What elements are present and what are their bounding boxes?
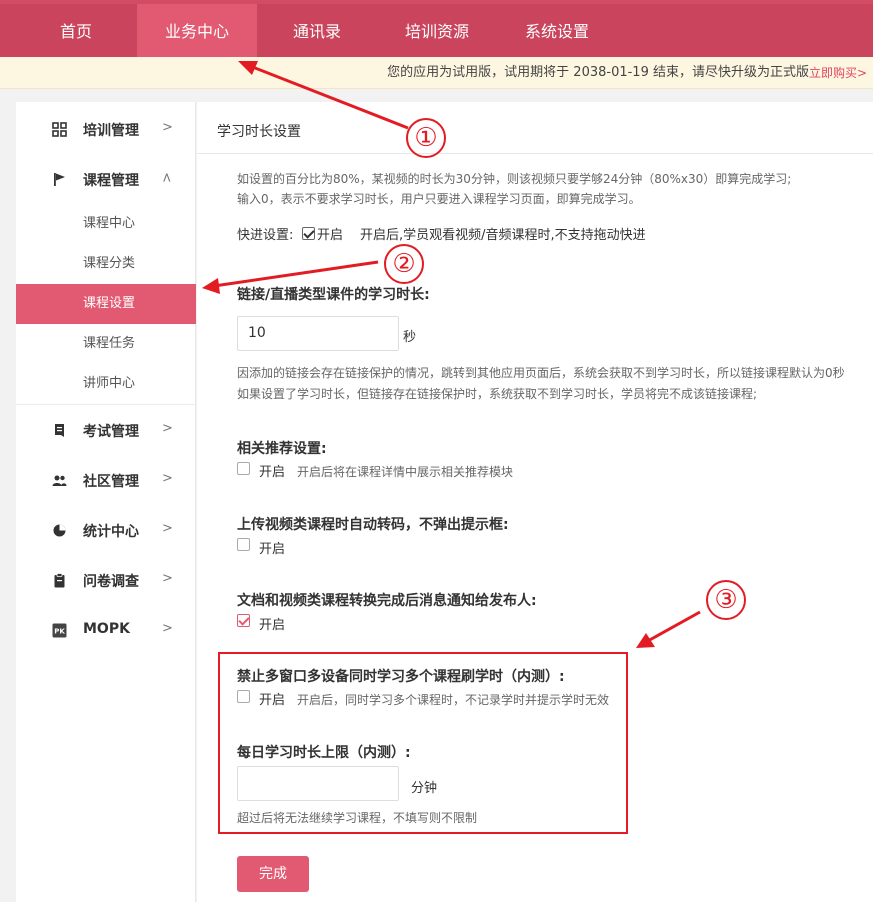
recommend-checkbox[interactable] <box>237 462 250 475</box>
auto-transcode-option: 开启 <box>259 542 286 557</box>
link-duration-heading: 链接/直播类型课件的学习时长: <box>237 287 430 303</box>
notify-checkbox[interactable] <box>237 614 250 627</box>
annotation-marker-1: ① <box>406 118 446 158</box>
link-duration-note-2: 如果设置了学习时长，但链接存在链接保护时，系统获取不到学习时长，学员将完不成该链… <box>237 387 758 401</box>
link-duration-unit: 秒 <box>403 330 417 345</box>
sidebar-sub-course-category[interactable]: 课程分类 <box>16 244 196 284</box>
nav-tab-training-resources[interactable]: 培训资源 <box>377 4 497 57</box>
sidebar-item-training[interactable]: 培训管理 > <box>16 104 196 154</box>
annotation-marker-3: ③ <box>706 580 746 620</box>
sidebar-item-label: 统计中心 <box>83 524 139 540</box>
sidebar-item-label: 社区管理 <box>83 474 139 490</box>
chevron-right-icon: > <box>162 471 173 486</box>
sidebar-item-community-management[interactable]: 社区管理 > <box>16 455 196 505</box>
sidebar-item-label: MOPK <box>83 621 130 637</box>
sidebar-item-statistics-center[interactable]: 统计中心 > <box>16 505 196 555</box>
auto-transcode-heading: 上传视频类课程时自动转码，不弹出提示框: <box>237 517 509 533</box>
fastforward-checkbox[interactable] <box>302 227 315 240</box>
users-icon <box>52 473 67 488</box>
nav-tab-contacts[interactable]: 通讯录 <box>257 4 377 57</box>
nav-tab-home[interactable]: 首页 <box>16 4 136 57</box>
nav-tab-business-center[interactable]: 业务中心 <box>137 4 257 57</box>
sidebar: 培训管理 > 课程管理 > 课程中心 课程分类 课程设置 课程任务 讲师中心 考… <box>16 102 196 902</box>
nav-tab-system-settings[interactable]: 系统设置 <box>497 4 617 57</box>
chevron-right-icon: > <box>162 621 173 636</box>
sidebar-item-label: 课程管理 <box>83 173 139 189</box>
pk-icon: PK <box>52 623 67 638</box>
sidebar-item-label: 培训管理 <box>83 123 139 139</box>
note-zero-duration: 输入0，表示不要求学习时长，用户只要进入课程学习页面，即算完成学习。 <box>237 192 641 206</box>
buy-now-link[interactable]: 立即购买> <box>809 57 867 89</box>
notify-heading: 文档和视频类课程转换完成后消息通知给发布人: <box>237 593 537 609</box>
sidebar-item-mopk[interactable]: PK MOPK > <box>16 605 196 655</box>
fastforward-option: 开启 <box>317 228 344 243</box>
flag-icon <box>52 172 67 187</box>
link-duration-input[interactable]: 10 <box>237 316 399 351</box>
trial-message: 您的应用为试用版，试用期将于 2038-01-19 结束，请尽快升级为正式版 <box>387 65 809 80</box>
pie-chart-icon <box>52 523 67 538</box>
chevron-up-icon: > <box>159 172 175 183</box>
link-duration-note-1: 因添加的链接会存在链接保护的情况，跳转到其他应用页面后，系统会获取不到学习时长，… <box>237 366 845 380</box>
document-icon <box>52 423 67 438</box>
chevron-right-icon: > <box>162 120 173 135</box>
sidebar-sub-course-tasks[interactable]: 课程任务 <box>16 324 196 364</box>
grid-icon <box>52 122 67 137</box>
clipboard-icon <box>52 573 67 588</box>
sidebar-item-label: 问卷调查 <box>83 574 139 590</box>
sidebar-sub-course-center[interactable]: 课程中心 <box>16 204 196 244</box>
sidebar-item-course-management[interactable]: 课程管理 > <box>16 154 196 204</box>
page-title: 学习时长设置 <box>217 124 301 140</box>
sidebar-item-label: 考试管理 <box>83 424 139 440</box>
sidebar-item-exam-management[interactable]: 考试管理 > <box>16 405 196 455</box>
notify-option: 开启 <box>259 618 286 633</box>
svg-text:PK: PK <box>54 628 65 636</box>
recommend-option: 开启 <box>259 465 286 480</box>
trial-banner: 您的应用为试用版，试用期将于 2038-01-19 结束，请尽快升级为正式版 立… <box>0 57 873 89</box>
recommend-desc: 开启后将在课程详情中展示相关推荐模块 <box>297 465 514 479</box>
annotation-marker-2: ② <box>384 244 424 284</box>
chevron-right-icon: > <box>162 521 173 536</box>
submit-button[interactable]: 完成 <box>237 856 309 892</box>
note-percent-example: 如设置的百分比为80%，某视频的时长为30分钟，则该视频只要学够24分钟（80%… <box>237 172 792 186</box>
highlight-box <box>218 652 628 834</box>
panel-header: 学习时长设置 <box>197 102 873 154</box>
sidebar-sub-lecturer-center[interactable]: 讲师中心 <box>16 364 196 404</box>
auto-transcode-checkbox[interactable] <box>237 538 250 551</box>
top-nav: 首页 业务中心 通讯录 培训资源 系统设置 <box>0 0 873 57</box>
chevron-right-icon: > <box>162 421 173 436</box>
sidebar-sub-course-settings[interactable]: 课程设置 <box>16 284 196 324</box>
chevron-right-icon: > <box>162 571 173 586</box>
fastforward-desc: 开启后,学员观看视频/音频课程时,不支持拖动快进 <box>360 228 646 243</box>
fastforward-label: 快进设置: <box>237 228 294 243</box>
sidebar-item-survey[interactable]: 问卷调查 > <box>16 555 196 605</box>
clipped-text-line: ........................................… <box>237 150 649 158</box>
recommend-heading: 相关推荐设置: <box>237 441 327 457</box>
